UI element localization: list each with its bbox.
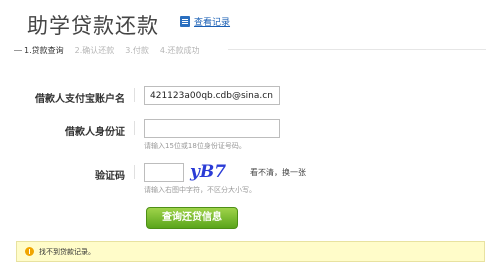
progress-steps: 1.贷款查询 2.确认还款 3.付款 4.还款成功 [14, 43, 486, 57]
step-1: 1.贷款查询 [24, 45, 64, 55]
page-title: 助学贷款还款 [27, 14, 159, 38]
notice-text: 找不到贷款记录。 [39, 247, 95, 256]
account-field[interactable]: 421123a00qb.cdb@sina.cn [144, 86, 280, 105]
account-label: 借款人支付宝账户名 [35, 94, 125, 105]
error-notice: 找不到贷款记录。 [16, 241, 485, 262]
captcha-input[interactable] [144, 163, 184, 182]
document-icon [180, 16, 190, 27]
view-records-label: 查看记录 [194, 18, 231, 28]
warning-icon [25, 247, 34, 256]
id-card-input[interactable] [144, 119, 280, 138]
query-repayment-button[interactable]: 查询还贷信息 [146, 207, 238, 229]
captcha-text: yB7 [189, 162, 226, 181]
id-card-label: 借款人身份证 [65, 127, 125, 138]
captcha-label: 验证码 [95, 171, 125, 182]
steps-divider [228, 49, 486, 50]
step-4: 4.还款成功 [159, 45, 200, 55]
id-card-hint: 请输入15位或18位身份证号码。 [144, 142, 246, 150]
refresh-captcha-link[interactable]: 看不清，换一张 [250, 167, 306, 178]
step-3: 3.付款 [125, 45, 149, 55]
view-records-link[interactable]: 查看记录 [180, 15, 230, 28]
captcha-hint: 请输入右图中字符，不区分大小写。 [144, 186, 256, 194]
step-marker [14, 49, 22, 51]
step-2: 2.确认还款 [74, 45, 115, 55]
account-separator [134, 88, 135, 102]
captcha-image[interactable]: yB7 [188, 161, 230, 181]
captcha-separator [134, 165, 135, 179]
id-card-separator [134, 121, 135, 135]
